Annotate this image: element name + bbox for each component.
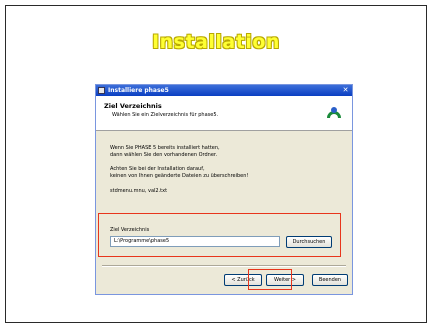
slide-title: Installation bbox=[152, 31, 280, 53]
info-text-3: stdmenu.mnu, val2.txt bbox=[110, 188, 168, 194]
next-button[interactable]: Weiter > bbox=[266, 274, 304, 286]
destination-group: Ziel Verzeichnis L:\Programme\phase5 Dur… bbox=[108, 225, 336, 255]
info-text-2: Achten Sie bei der Installation darauf, … bbox=[110, 166, 249, 179]
button-separator bbox=[102, 265, 346, 267]
browse-button[interactable]: Durchsuchen bbox=[286, 236, 332, 248]
close-icon[interactable]: ✕ bbox=[341, 86, 350, 95]
window-title: Installiere phase5 bbox=[108, 87, 169, 94]
phase5-logo-icon bbox=[327, 107, 341, 118]
window-titlebar: Installiere phase5 ✕ bbox=[96, 85, 352, 96]
header-title: Ziel Verzeichnis bbox=[104, 102, 162, 110]
installer-window: Installiere phase5 ✕ Ziel Verzeichnis Wä… bbox=[95, 84, 353, 295]
info-text-1: Wenn Sie PHASE 5 bereits installiert hat… bbox=[110, 145, 220, 158]
header-subtitle: Wählen Sie ein Zielverzeichnis für phase… bbox=[112, 112, 219, 118]
wizard-header: Ziel Verzeichnis Wählen Sie ein Zielverz… bbox=[96, 96, 352, 131]
finish-button[interactable]: Beenden bbox=[312, 274, 348, 286]
back-button[interactable]: < Zurück bbox=[224, 274, 262, 286]
app-icon bbox=[98, 87, 105, 94]
destination-path-input[interactable]: L:\Programme\phase5 bbox=[110, 236, 280, 247]
destination-label: Ziel Verzeichnis bbox=[110, 227, 150, 233]
